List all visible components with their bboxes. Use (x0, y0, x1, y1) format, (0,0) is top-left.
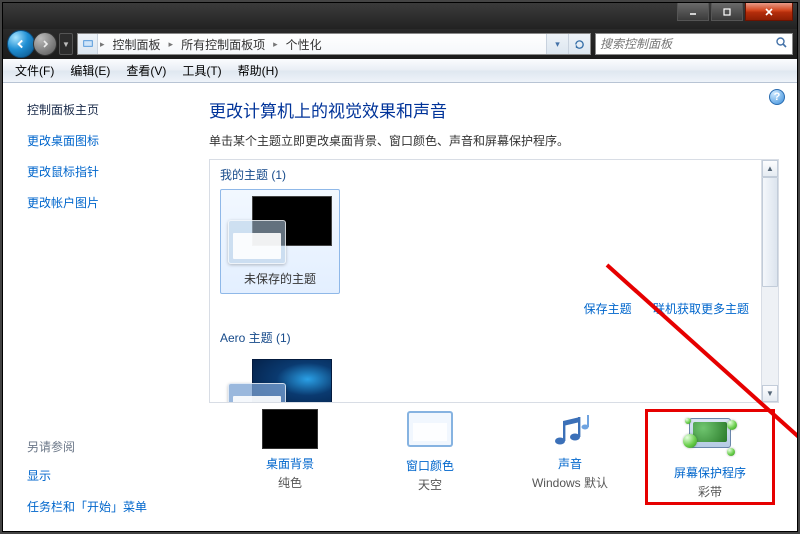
back-button[interactable] (7, 30, 35, 58)
nav-arrows: ▼ (7, 30, 73, 58)
addr-dropdown[interactable]: ▾ (546, 34, 568, 54)
refresh-button[interactable] (568, 34, 590, 54)
menubar: 文件(F) 编辑(E) 查看(V) 工具(T) 帮助(H) (3, 59, 797, 83)
sidebar-home[interactable]: 控制面板主页 (27, 101, 191, 118)
my-themes-label: 我的主题 (1) (220, 166, 751, 183)
menu-help[interactable]: 帮助(H) (230, 60, 287, 81)
maximize-button[interactable] (711, 3, 743, 21)
save-theme-link[interactable]: 保存主题 (584, 302, 632, 316)
window: ▼ ▸ 控制面板 ▸ 所有控制面板项 ▸ 个性化 ▾ (2, 2, 798, 532)
breadcrumb-3[interactable]: 个性化 (280, 34, 328, 54)
menu-edit[interactable]: 编辑(E) (62, 60, 118, 81)
window-color-item[interactable]: 窗口颜色 天空 (365, 409, 495, 505)
themes-list: 我的主题 (1) 未保存的主题 保存主题 联机获取更多主题 Aero 主题 (1… (210, 160, 761, 402)
body: 控制面板主页 更改桌面图标 更改鼠标指针 更改帐户图片 另请参阅 显示 任务栏和… (3, 83, 797, 531)
scroll-up-button[interactable]: ▲ (762, 160, 778, 177)
address-bar[interactable]: ▸ 控制面板 ▸ 所有控制面板项 ▸ 个性化 ▾ (77, 33, 591, 55)
sounds-sub: Windows 默认 (505, 474, 635, 491)
screensaver-icon (683, 416, 737, 458)
page-desc: 单击某个主题立即更改桌面背景、窗口颜色、声音和屏幕保护程序。 (209, 132, 779, 149)
menu-file[interactable]: 文件(F) (7, 60, 62, 81)
desktop-background-title: 桌面背景 (225, 455, 355, 472)
sounds-item[interactable]: 声音 Windows 默认 (505, 409, 635, 505)
close-button[interactable] (745, 3, 793, 21)
history-dropdown[interactable]: ▼ (59, 33, 73, 55)
sidebar-desktop-icons[interactable]: 更改桌面图标 (27, 132, 191, 149)
themes-scrollbar[interactable]: ▲ ▼ (761, 160, 778, 402)
window-color-title: 窗口颜色 (365, 457, 495, 474)
sidebar-see-also-label: 另请参阅 (27, 438, 191, 455)
scroll-down-button[interactable]: ▼ (762, 385, 778, 402)
desktop-background-item[interactable]: 桌面背景 纯色 (225, 409, 355, 505)
sounds-title: 声音 (505, 455, 635, 472)
desktop-background-icon (262, 409, 318, 449)
help-icon[interactable]: ? (769, 89, 785, 105)
sidebar-mouse-pointers[interactable]: 更改鼠标指针 (27, 163, 191, 180)
sidebar-taskbar[interactable]: 任务栏和「开始」菜单 (27, 498, 191, 515)
breadcrumb-2[interactable]: 所有控制面板项 (175, 34, 271, 54)
menu-tools[interactable]: 工具(T) (174, 60, 229, 81)
sidebar-account-picture[interactable]: 更改帐户图片 (27, 194, 191, 211)
page-title: 更改计算机上的视觉效果和声音 (209, 97, 779, 122)
theme-actions: 保存主题 联机获取更多主题 (220, 294, 751, 327)
scroll-track[interactable] (762, 177, 778, 385)
sounds-icon (542, 409, 598, 449)
window-color-icon (402, 411, 458, 451)
screensaver-sub: 彩带 (648, 483, 772, 500)
search-input[interactable] (600, 37, 775, 51)
themes-panel: 我的主题 (1) 未保存的主题 保存主题 联机获取更多主题 Aero 主题 (1… (209, 159, 779, 403)
search-box[interactable] (595, 33, 793, 55)
desktop-background-sub: 纯色 (225, 474, 355, 491)
more-themes-link[interactable]: 联机获取更多主题 (653, 302, 749, 316)
theme-label: 未保存的主题 (227, 270, 333, 287)
screensaver-title: 屏幕保护程序 (648, 464, 772, 481)
breadcrumb-1[interactable]: 控制面板 (107, 34, 167, 54)
forward-button[interactable] (33, 32, 57, 56)
scroll-thumb[interactable] (762, 177, 778, 287)
minimize-button[interactable] (677, 3, 709, 21)
titlebar (3, 3, 797, 29)
cp-icon (78, 34, 98, 54)
sidebar-display[interactable]: 显示 (27, 467, 191, 484)
menu-view[interactable]: 查看(V) (118, 60, 174, 81)
theme-thumbnail (228, 196, 332, 264)
theme-unsaved[interactable]: 未保存的主题 (220, 189, 340, 294)
screensaver-item[interactable]: 屏幕保护程序 彩带 (645, 409, 775, 505)
navbar: ▼ ▸ 控制面板 ▸ 所有控制面板项 ▸ 个性化 ▾ (3, 29, 797, 59)
theme-thumbnail (228, 359, 332, 402)
bottom-row: 桌面背景 纯色 窗口颜色 天空 (209, 403, 779, 505)
search-icon (775, 36, 788, 52)
theme-aero[interactable] (220, 352, 340, 402)
sidebar: 控制面板主页 更改桌面图标 更改鼠标指针 更改帐户图片 另请参阅 显示 任务栏和… (3, 83, 203, 531)
window-controls (677, 3, 793, 21)
aero-themes-label: Aero 主题 (1) (220, 329, 751, 346)
main: ? 更改计算机上的视觉效果和声音 单击某个主题立即更改桌面背景、窗口颜色、声音和… (203, 83, 797, 531)
window-color-sub: 天空 (365, 476, 495, 493)
